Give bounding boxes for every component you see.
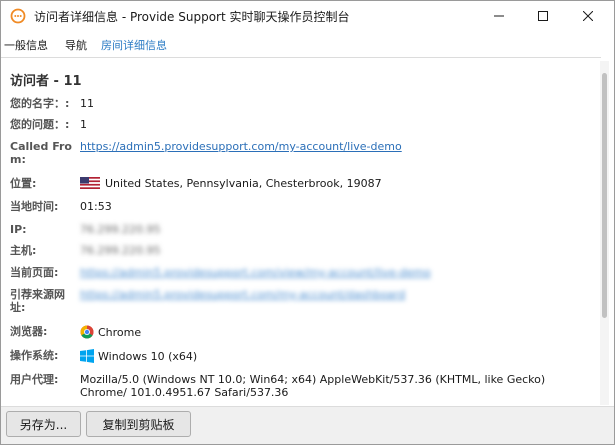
minimize-icon [494,15,504,17]
location-text: United States, Pennsylvania, Chesterbroo… [105,177,382,190]
scrollbar-thumb[interactable] [602,73,607,318]
called-from-link[interactable]: https://admin5.providesupport.com/my-acc… [80,140,402,153]
windows-icon [80,349,94,363]
maximize-icon [538,11,548,21]
chrome-icon [80,325,94,339]
tab-navigation[interactable]: 导航 [65,37,87,53]
tab-room-details[interactable]: 房间详细信息 [101,37,167,53]
field-label: Called From: [10,140,72,166]
field-label: 您的名字：: [10,97,70,110]
user-agent-value: Mozilla/5.0 (Windows NT 10.0; Win64; x64… [80,373,546,399]
close-button[interactable] [565,1,611,31]
os-value: Windows 10 (x64) [80,349,197,363]
field-value: 01:53 [80,200,112,213]
referrer-link[interactable]: https://admin5.providesupport.com/my-acc… [80,288,405,301]
current-page-link[interactable]: https://admin5.providesupport.com/view/m… [80,266,431,279]
field-label: 您的问题：: [10,118,70,131]
field-label: 当地时间: [10,200,59,213]
copy-to-clipboard-button[interactable]: 复制到剪贴板 [86,411,191,437]
tab-bar: 一般信息 导航 房间详细信息 [1,32,614,54]
tab-general-info[interactable]: 一般信息 [4,37,48,53]
close-icon [583,11,593,21]
field-label: 当前页面: [10,266,59,279]
visitor-details-window: 访问者详细信息 - Provide Support 实时聊天操作员控制台 一般信… [0,0,615,445]
browser-text: Chrome [98,326,142,339]
title-bar: 访问者详细信息 - Provide Support 实时聊天操作员控制台 [1,1,614,31]
field-label: 主机: [10,244,37,257]
field-label: 位置: [10,177,37,190]
chat-bubble-icon [10,8,26,24]
visitor-heading: 访问者 - 11 [10,74,82,89]
ip-value: 76.299.220.95 [80,223,161,236]
field-label: IP: [10,223,27,236]
vertical-scrollbar[interactable] [600,61,609,405]
window-title: 访问者详细信息 - Provide Support 实时聊天操作员控制台 [34,10,350,24]
host-value: 76.299.220.95 [80,244,161,257]
save-as-button[interactable]: 另存为... [6,411,81,437]
location-value: United States, Pennsylvania, Chesterbroo… [80,177,382,190]
footer-bar: 另存为... 复制到剪贴板 [1,406,614,444]
field-value: 11 [80,97,94,110]
maximize-button[interactable] [520,1,566,31]
browser-value: Chrome [80,325,141,339]
field-value: 1 [80,118,87,131]
field-label: 操作系统: [10,349,59,362]
field-label: 用户代理: [10,373,59,386]
field-label: 浏览器: [10,325,48,338]
field-label: 引荐来源网址: [10,288,65,314]
us-flag-icon [80,177,100,189]
os-text: Windows 10 (x64) [98,350,198,363]
minimize-button[interactable] [476,1,522,31]
details-panel: 访问者 - 11 您的名字：: 11 您的问题：: 1 Called From:… [1,57,601,406]
